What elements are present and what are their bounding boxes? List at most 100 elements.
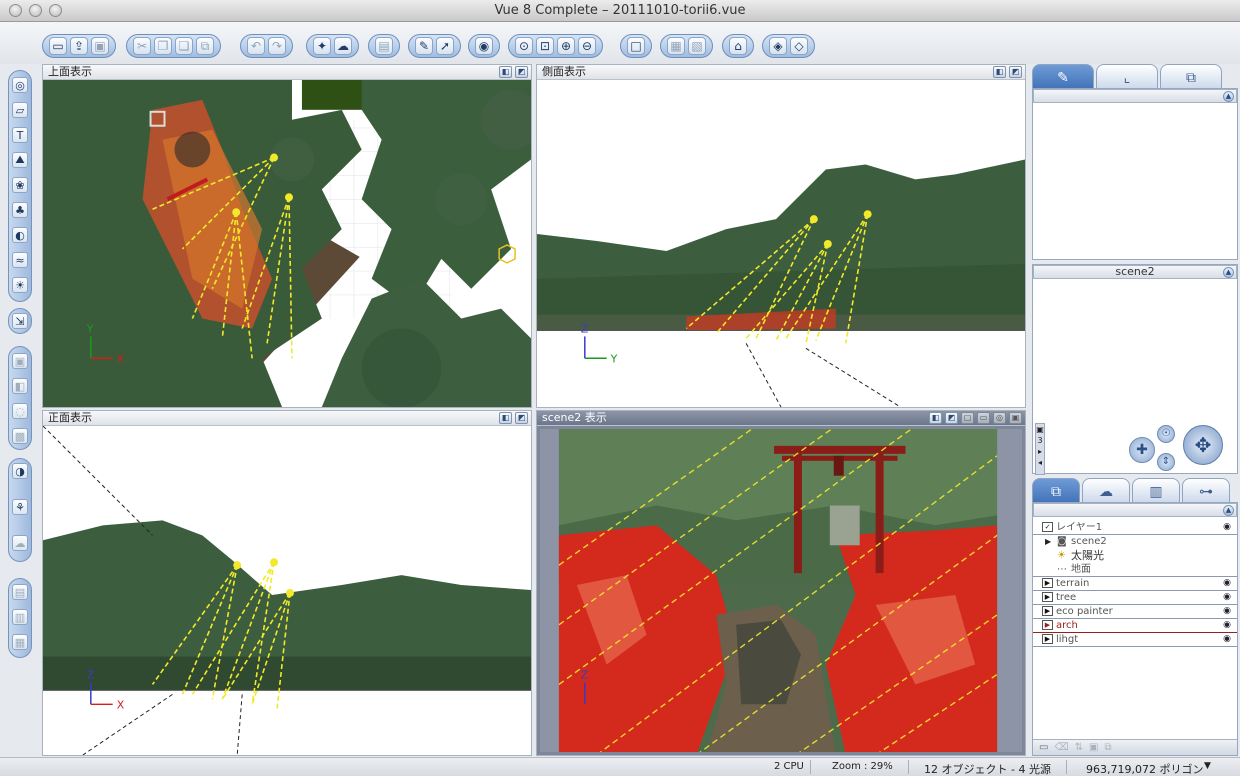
render-icon[interactable]: ✦ [313, 37, 331, 55]
boolean-tool-icon[interactable]: ◧ [12, 378, 28, 394]
layer-checkbox[interactable]: ▶ [1042, 578, 1053, 588]
layer-row[interactable]: ▶ tree ◉ [1033, 591, 1237, 605]
extra-tool-a-icon[interactable]: ▤ [12, 584, 28, 600]
terrain-tool-icon[interactable]: ⛰ [12, 152, 28, 168]
camera-prev-icon[interactable]: ◂ [1036, 457, 1044, 468]
layer-child-row[interactable]: ☀ 太陽光 [1033, 549, 1237, 563]
new-layer-icon[interactable]: ▭ [1039, 740, 1048, 755]
layer-checkbox[interactable]: ✓ [1042, 522, 1053, 532]
side-viewport[interactable]: 側面表示 ◧ ◩ Z Y [536, 64, 1026, 408]
layer-row[interactable]: ▶ eco painter ◉ [1033, 605, 1237, 619]
function-tab[interactable]: ⌞ [1096, 64, 1158, 90]
collapse-properties-button[interactable]: ▲ [1223, 91, 1234, 102]
layers-tab[interactable]: ⧉ [1032, 478, 1080, 504]
duplicate-icon[interactable]: ⧉ [196, 37, 214, 55]
delete-layer-icon[interactable]: ⌫ [1054, 740, 1068, 755]
layer-child-row[interactable]: ▶ ◙ scene2 [1033, 535, 1237, 549]
camera-next-icon[interactable]: ▸ [1036, 446, 1044, 457]
undo-icon[interactable]: ↶ [247, 37, 265, 55]
group-tool-icon[interactable]: ▣ [12, 353, 28, 369]
camera-pan-icon[interactable]: ✚ [1129, 437, 1155, 463]
camera-slider-strip[interactable]: ▣ 3 ▸ ◂ [1035, 423, 1045, 475]
collapse-camera-panel-button[interactable]: ▲ [1223, 267, 1234, 278]
layer-move-icon[interactable]: ⇅ [1075, 740, 1083, 755]
visibility-eye-icon[interactable]: ◉ [1221, 606, 1233, 616]
extra-tool-c-icon[interactable]: ▦ [12, 634, 28, 650]
layer-checkbox[interactable]: ▶ [1042, 592, 1053, 602]
cloud-tool-icon[interactable]: ☁ [12, 535, 28, 551]
store-icon[interactable]: ⌂ [729, 37, 747, 55]
side-viewport-canvas[interactable]: Z Y [537, 80, 1025, 407]
layer-row-selected[interactable]: ▶ arch ◉ [1033, 619, 1237, 633]
viewport-options-icon[interactable]: ◧ [993, 66, 1006, 78]
new-file-icon[interactable]: ▭ [49, 37, 67, 55]
layer-group-icon[interactable]: ⧉ [1104, 740, 1111, 755]
visibility-eye-icon[interactable]: ◉ [1221, 578, 1233, 588]
visibility-eye-icon[interactable]: ◉ [1221, 634, 1233, 644]
metablob-tool-icon[interactable]: ◌ [12, 403, 28, 419]
viewport-maximize-icon[interactable]: ◩ [515, 412, 528, 424]
save-file-icon[interactable]: ▣ [91, 37, 109, 55]
camera-dolly-icon[interactable]: ⇕ [1157, 453, 1175, 471]
layer-row[interactable]: ▶ terrain ◉ [1033, 577, 1237, 591]
zoom-fit-icon[interactable]: ⊙ [515, 37, 533, 55]
render-stop-icon[interactable]: ▣ [1009, 412, 1022, 424]
object-tab[interactable]: ⧉ [1160, 64, 1222, 90]
top-viewport[interactable]: 上面表示 ◧ ◩ Y X [42, 64, 532, 408]
pointer-icon[interactable]: ➚ [436, 37, 454, 55]
layer-child-row[interactable]: ⋯ 地面 [1033, 563, 1237, 577]
camera-rotate-icon[interactable]: ☉ [1157, 425, 1175, 443]
layer-checkbox[interactable]: ▶ [1042, 606, 1053, 616]
rock-tool-icon[interactable]: ◐ [12, 227, 28, 243]
paste-icon[interactable]: ❏ [175, 37, 193, 55]
select-icon[interactable]: ✎ [415, 37, 433, 55]
plane-tool-icon[interactable]: ▱ [12, 102, 28, 118]
plant-tool-icon[interactable]: ❀ [12, 177, 28, 193]
camera-viewport-canvas[interactable]: Z [537, 426, 1025, 755]
expand-arrow-icon[interactable]: ▶ [1045, 535, 1051, 548]
camera-viewport[interactable]: scene2 表示 ◧ ◩ ▢ ▭ ◎ ▣ Z [536, 410, 1026, 756]
light-tool-icon[interactable]: ☀ [12, 277, 28, 293]
water-tool-icon[interactable]: ≈ [12, 252, 28, 268]
layer-row[interactable]: ✓ レイヤー1 ◉ [1033, 521, 1237, 535]
camera-view-icon[interactable]: ◉ [475, 37, 493, 55]
collapse-layers-button[interactable]: ▲ [1223, 505, 1234, 516]
tree-tool-icon[interactable]: ♣ [12, 202, 28, 218]
zoom-out-icon[interactable]: ⊖ [578, 37, 596, 55]
object-properties-icon[interactable]: ▤ [375, 37, 393, 55]
open-file-icon[interactable]: ⇪ [70, 37, 88, 55]
scenes-tab[interactable]: ☁ [1082, 478, 1130, 504]
extra-tool-b-icon[interactable]: ▥ [12, 609, 28, 625]
links-tab[interactable]: ⊶ [1182, 478, 1230, 504]
library-tab[interactable]: ▥ [1132, 478, 1180, 504]
status-dropdown-icon[interactable]: ▼ [1204, 761, 1211, 771]
viewport-maximize-icon[interactable]: ◩ [1009, 66, 1022, 78]
viewport-maximize-icon[interactable]: ◩ [945, 412, 958, 424]
front-viewport-canvas[interactable]: Z X [43, 426, 531, 755]
import-object-icon[interactable]: ⇲ [12, 313, 28, 329]
visibility-eye-icon[interactable]: ◉ [1221, 592, 1233, 602]
visibility-eye-icon[interactable]: ◉ [1221, 522, 1233, 532]
camera-orbit-icon[interactable]: ✥ [1183, 425, 1223, 465]
viewport-options-icon[interactable]: ◧ [929, 412, 942, 424]
cut-icon[interactable]: ✂ [133, 37, 151, 55]
copy-icon[interactable]: ❐ [154, 37, 172, 55]
material-tab[interactable]: ✎ [1032, 64, 1094, 90]
top-viewport-canvas[interactable]: Y X [43, 80, 531, 407]
layer-checkbox[interactable]: ▶ [1042, 634, 1053, 644]
viewport-maximize-icon[interactable]: ◩ [515, 66, 528, 78]
layout-a-icon[interactable]: ▦ [667, 37, 685, 55]
visibility-eye-icon[interactable]: ◉ [1221, 620, 1233, 630]
viewport-options-icon[interactable]: ◧ [499, 66, 512, 78]
cloud-render-icon[interactable]: ☁ [334, 37, 352, 55]
camera-b-icon[interactable]: ◇ [790, 37, 808, 55]
hypertexture-tool-icon[interactable]: ▩ [12, 428, 28, 444]
layout-b-icon[interactable]: ▧ [688, 37, 706, 55]
zoom-in-icon[interactable]: ⊕ [557, 37, 575, 55]
layer-lock-icon[interactable]: ▣ [1089, 740, 1098, 755]
ecosystem-tool-icon[interactable]: ⚘ [12, 499, 28, 515]
text-tool-icon[interactable]: T [12, 127, 28, 143]
redo-icon[interactable]: ↷ [268, 37, 286, 55]
atmosphere-tool-icon[interactable]: ◑ [12, 463, 28, 479]
layer-checkbox[interactable]: ▶ [1042, 620, 1053, 630]
